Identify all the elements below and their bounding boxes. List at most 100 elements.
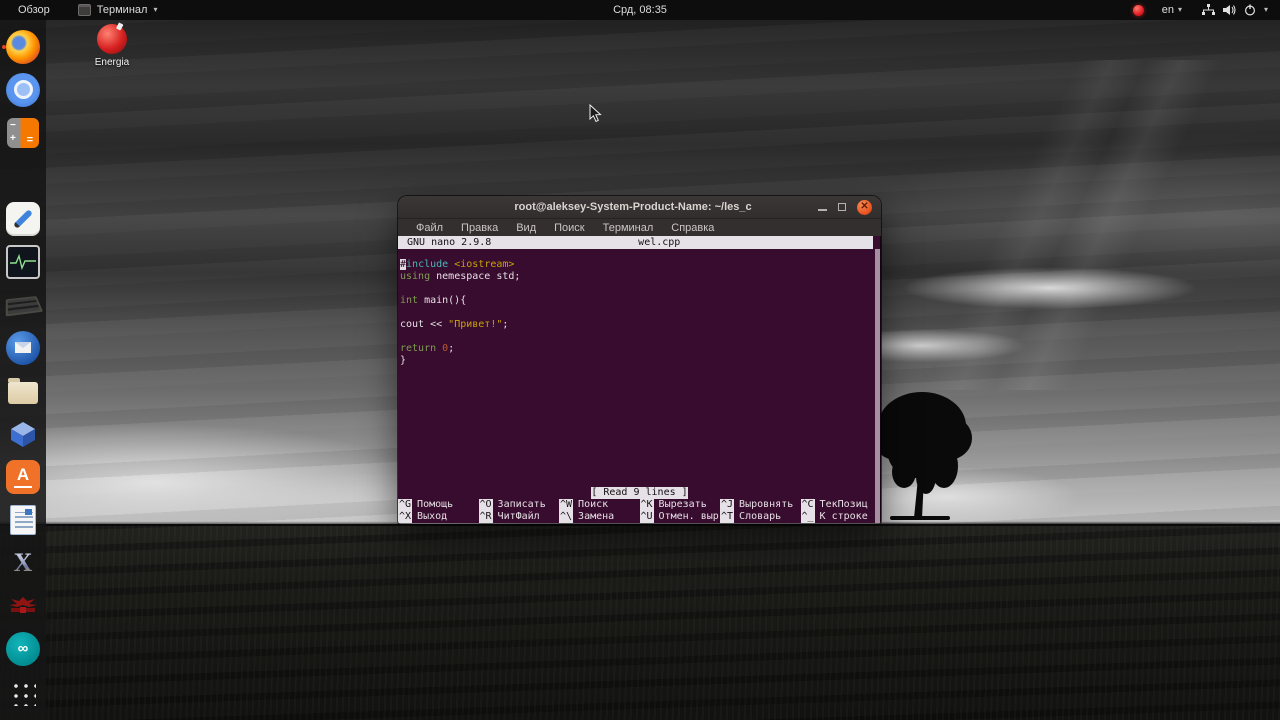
- menubar-item-5[interactable]: Справка: [662, 222, 723, 234]
- nano-version-label: GNU nano 2.9.8: [407, 236, 492, 248]
- dock-item-keyboard-app[interactable]: [0, 283, 46, 326]
- nano-filename: wel.cpp: [638, 236, 681, 248]
- dock-item-gedit[interactable]: [0, 197, 46, 240]
- desktop-icon-energia[interactable]: Energia: [84, 24, 140, 68]
- clock[interactable]: Срд, 08:35: [613, 4, 667, 16]
- shortcut-label: ТекПозиц: [819, 499, 868, 510]
- top-bar: Обзор Терминал ▾ Срд, 08:35 en ▾ ▾: [0, 0, 1280, 20]
- code-token: "Привет!": [448, 319, 503, 330]
- x-letter-icon: X: [6, 546, 40, 580]
- power-icon: [1244, 4, 1256, 16]
- shortcut-key: ^\: [559, 511, 574, 523]
- menubar-item-3[interactable]: Поиск: [545, 222, 593, 234]
- arduino-infinity-icon: ∞: [6, 631, 40, 666]
- maximize-button[interactable]: [838, 203, 846, 211]
- code-token: }: [400, 355, 407, 366]
- oscilloscope-icon: [6, 244, 40, 279]
- dock-item-color-tiles[interactable]: [0, 154, 46, 197]
- dock-item-virtualbox[interactable]: [0, 412, 46, 455]
- dock-item-firefox[interactable]: [0, 25, 46, 68]
- code-token: include: [406, 259, 449, 270]
- window-titlebar[interactable]: root@aleksey-System-Product-Name: ~/les_…: [398, 196, 881, 219]
- keyboard-layout-button[interactable]: en ▾: [1162, 4, 1182, 16]
- nano-shortcut: ^\ Замена: [559, 511, 640, 523]
- shortcut-label: ЧитФайл: [497, 511, 540, 522]
- chromium-icon: [6, 72, 40, 107]
- nano-bottom-bars: [ Read 9 lines ] ^G Помощь ^O Записать ^W Пои…: [398, 487, 881, 523]
- eagle-emblem-icon: [6, 589, 40, 623]
- system-status-menu[interactable]: ▾: [1201, 4, 1268, 16]
- code-line: }: [400, 355, 881, 367]
- dock-item-show-applications[interactable]: [0, 671, 46, 714]
- nano-shortcut: ^U Отмен. выр: [639, 511, 721, 523]
- shortcut-label: Словарь: [739, 511, 782, 522]
- shortcut-label: Записать: [497, 499, 546, 510]
- minimize-button[interactable]: [818, 208, 827, 211]
- activities-button[interactable]: Обзор: [14, 2, 54, 18]
- nano-shortcut: ^_ К строке: [800, 511, 882, 523]
- window-title: root@aleksey-System-Product-Name: ~/les_…: [514, 201, 752, 213]
- shortcut-label: Помощь: [417, 499, 454, 510]
- code-token: nemespace std;: [430, 271, 521, 282]
- keyboard-layout-label: en: [1161, 4, 1174, 16]
- text-editor-icon: [6, 201, 40, 236]
- thunderbird-icon: [6, 330, 40, 365]
- dock-item-libreoffice-writer[interactable]: [0, 498, 46, 541]
- shortcut-label: К строке: [819, 511, 868, 522]
- folder-icon: [8, 377, 38, 404]
- nano-shortcut: ^O Записать: [478, 499, 560, 511]
- nano-shortcuts-row1: ^G Помощь ^O Записать ^W Поиск ^K Вырезать ^J Выр…: [398, 499, 881, 511]
- close-button[interactable]: ✕: [857, 199, 872, 215]
- nano-shortcut: ^J Выровнять: [720, 499, 801, 511]
- code-line: cout << "Привет!";: [400, 319, 881, 331]
- screen-record-icon[interactable]: [1132, 4, 1144, 16]
- dock-item-chromium[interactable]: [0, 68, 46, 111]
- keyboard-icon: [5, 295, 44, 317]
- app-grid-icon: [10, 679, 36, 706]
- dock-item-orange-a-app[interactable]: A: [0, 455, 46, 498]
- app-menu-label: Терминал: [96, 4, 148, 16]
- menubar-item-4[interactable]: Терминал: [594, 222, 663, 234]
- dock-item-files[interactable]: [0, 369, 46, 412]
- shortcut-label: Вырезать: [658, 499, 707, 510]
- terminal-text: #include <iostream> using nemespace std; i…: [398, 249, 881, 487]
- menubar: Файл Правка Вид Поиск Терминал Справка: [398, 219, 881, 236]
- dock-item-oscilloscope[interactable]: [0, 240, 46, 283]
- nano-shortcut: ^X Выход: [398, 511, 479, 523]
- chevron-down-icon: ▾: [153, 5, 158, 14]
- nano-shortcut: ^G Помощь: [398, 499, 479, 511]
- desktop-icon-label: Energia: [94, 57, 130, 68]
- nano-shortcut: ^T Словарь: [720, 511, 801, 523]
- code-token: ;: [448, 343, 455, 354]
- code-token: using: [400, 271, 431, 282]
- code-token: <iostream>: [454, 259, 515, 270]
- dock-item-thunderbird[interactable]: [0, 326, 46, 369]
- nano-shortcut: ^K Вырезать: [639, 499, 721, 511]
- menubar-item-0[interactable]: Файл: [407, 222, 452, 234]
- chevron-down-icon: ▾: [1263, 5, 1268, 14]
- firefox-icon: [6, 29, 40, 64]
- terminal-screen[interactable]: GNU nano 2.9.8 wel.cpp #include <iostrea…: [398, 236, 881, 523]
- dock-item-arduino[interactable]: ∞: [0, 627, 46, 670]
- dock: A X ∞: [0, 20, 46, 720]
- nano-shortcut: ^R ЧитФайл: [478, 511, 560, 523]
- terminal-app-icon: [77, 4, 91, 16]
- shortcut-label: Выход: [417, 511, 448, 522]
- shortcut-label: Отмен. выр: [658, 511, 719, 522]
- code-token: cout <<: [400, 319, 449, 330]
- network-icon: [1201, 4, 1215, 16]
- code-token: main(){: [418, 295, 467, 306]
- virtualbox-cube-icon: [6, 417, 40, 451]
- dock-item-x-app[interactable]: X: [0, 541, 46, 584]
- shortcut-key: ^J: [720, 499, 735, 511]
- dock-item-eagle-game[interactable]: [0, 584, 46, 627]
- app-menu-button[interactable]: Терминал ▾: [77, 4, 158, 16]
- menubar-item-1[interactable]: Правка: [452, 222, 507, 234]
- code-line: #include <iostream>: [400, 259, 881, 271]
- menubar-item-2[interactable]: Вид: [507, 222, 545, 234]
- color-tiles-icon: [6, 158, 40, 192]
- dock-item-calculator[interactable]: [0, 111, 46, 154]
